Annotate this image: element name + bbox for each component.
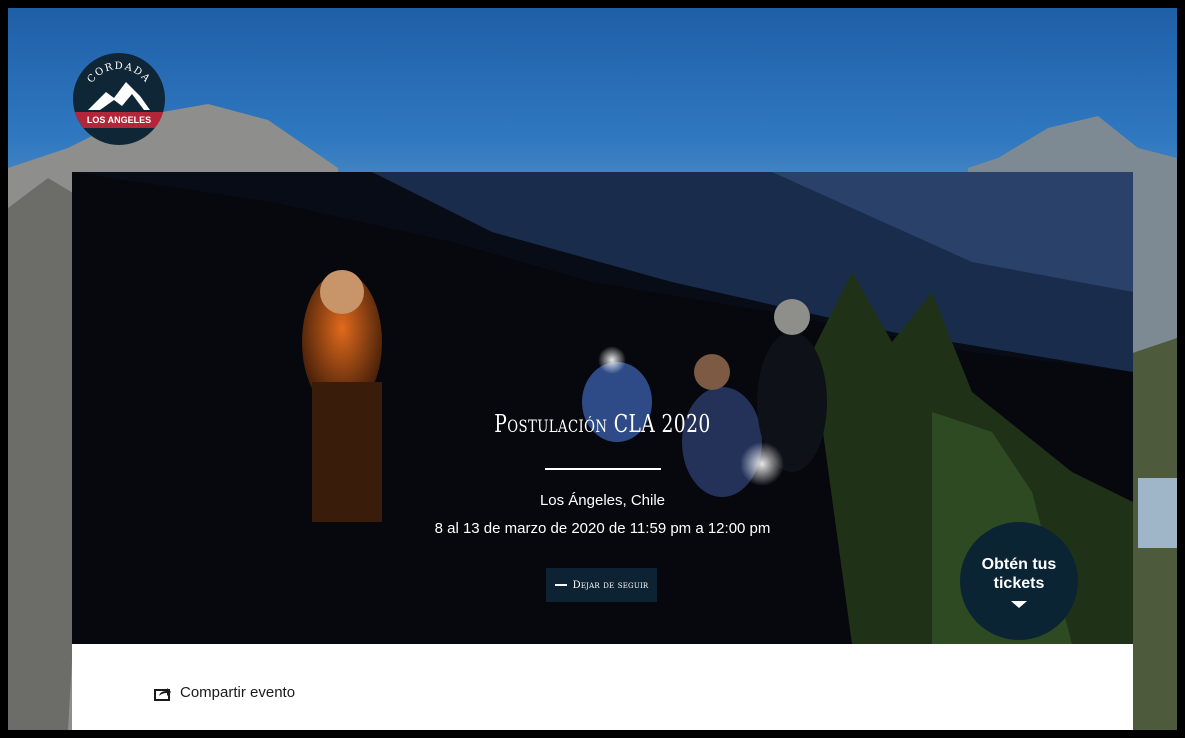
logo-band-text: LOS ANGELES [87,115,151,125]
event-title: Postulación CLA 2020 [494,410,711,438]
share-event-label: Compartir evento [180,684,296,701]
share-icon [154,687,171,701]
cordada-logo[interactable]: CORDADA LOS ANGELES [70,50,168,148]
get-tickets-button[interactable]: Obtén tus tickets [960,522,1078,640]
event-date: 8 al 13 de marzo de 2020 de 11:59 pm a 1… [434,520,771,537]
share-event-link[interactable]: Compartir evento [154,684,295,701]
right-lake [1138,478,1177,548]
event-content: Compartir evento [72,644,1133,730]
page-frame: CORDADA LOS ANGELES Postulación CLA 2020… [8,8,1177,730]
minus-icon [554,584,567,586]
get-tickets-label: Obtén tus tickets [981,555,1057,592]
event-location: Los Ángeles, Chile [539,492,666,509]
title-divider [545,468,661,470]
caret-down-icon [1011,600,1027,608]
unfollow-button[interactable]: Dejar de seguir [546,568,657,602]
unfollow-label: Dejar de seguir [572,579,649,591]
